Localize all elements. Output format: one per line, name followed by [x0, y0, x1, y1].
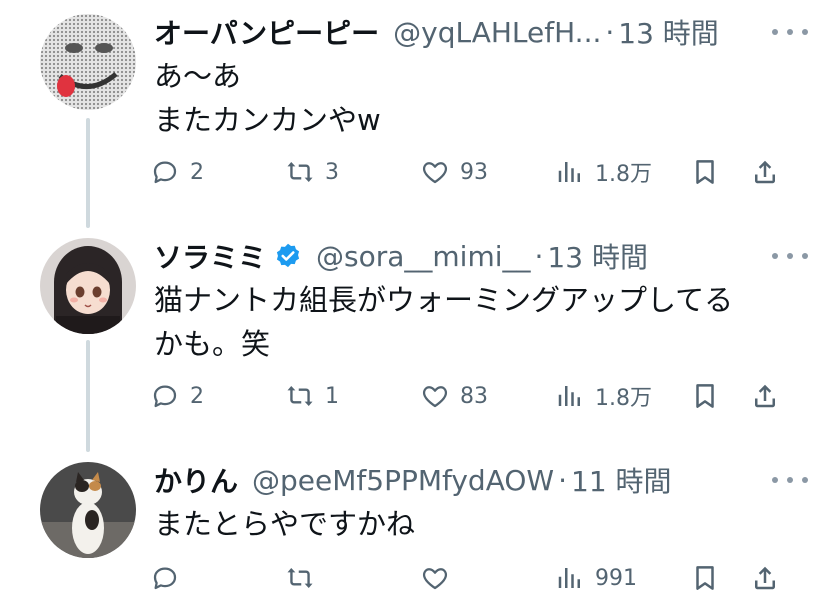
tweet-text-line: あ〜あ [154, 59, 242, 93]
tweet-text: またとらやですかね [154, 502, 798, 546]
timestamp[interactable]: 13 時間 [618, 12, 719, 52]
share-button[interactable] [750, 558, 780, 598]
tweet-text-line: 猫ナントカ組長がウォーミングアップしてる [154, 283, 734, 317]
bookmark-button[interactable] [690, 376, 720, 416]
view-count: 991 [595, 565, 637, 591]
views-button[interactable]: 1.8万 [555, 152, 652, 192]
retweet-button[interactable]: 1 [285, 376, 339, 416]
views-button[interactable]: 1.8万 [555, 376, 652, 416]
tweet-header: ソラミミ @sora__mimi__ · 13 時間 [154, 236, 808, 276]
tweet-header: かりん @peeMf5PPMfydAOW · 11 時間 [154, 460, 808, 500]
share-button[interactable] [750, 152, 780, 192]
tweet-text-line: またカンカンやw [154, 103, 381, 137]
like-icon [422, 386, 448, 408]
more-icon[interactable] [772, 466, 808, 494]
timestamp[interactable]: 13 時間 [547, 236, 648, 276]
tweet[interactable]: オーパンピーピー @yqLAHLefH... · 13 時間 あ〜あ またカンカ… [0, 0, 828, 224]
bookmark-icon [696, 160, 714, 184]
avatar[interactable] [40, 238, 136, 334]
share-icon [755, 566, 775, 590]
views-icon [558, 568, 580, 588]
views-button[interactable]: 991 [555, 558, 637, 598]
retweet-button[interactable] [285, 558, 315, 598]
display-name[interactable]: ソラミミ [154, 236, 266, 276]
reply-icon [153, 161, 177, 184]
reply-icon [153, 567, 177, 590]
reply-count: 2 [190, 159, 204, 185]
reply-button[interactable] [150, 558, 180, 598]
reply-icon [153, 385, 177, 408]
bookmark-icon [696, 384, 714, 408]
share-icon [755, 160, 775, 184]
retweet-icon [287, 386, 313, 406]
view-count: 1.8万 [595, 162, 652, 187]
tweet[interactable]: ソラミミ @sora__mimi__ · 13 時間 猫ナントカ組長がウォーミン… [0, 224, 828, 448]
like-button[interactable] [420, 558, 450, 598]
tweet-text: あ〜あ またカンカンやw [154, 54, 798, 142]
retweet-count: 1 [325, 383, 339, 409]
reply-count: 2 [190, 383, 204, 409]
display-name[interactable]: オーパンピーピー [154, 12, 379, 52]
share-icon [755, 384, 775, 408]
action-bar: 2 1 83 1.8万 [150, 376, 790, 416]
like-count: 93 [460, 159, 488, 185]
timestamp[interactable]: 11 時間 [571, 460, 672, 500]
like-icon [422, 162, 448, 184]
more-icon[interactable] [772, 18, 808, 46]
reply-button[interactable]: 2 [150, 152, 204, 192]
tweet-header: オーパンピーピー @yqLAHLefH... · 13 時間 [154, 12, 808, 52]
view-count: 1.8万 [595, 386, 652, 411]
reply-button[interactable]: 2 [150, 376, 204, 416]
user-handle[interactable]: @yqLAHLefH... [393, 16, 601, 49]
tweet-text-line: かも。笑 [154, 327, 271, 361]
action-bar: 991 [150, 558, 790, 598]
tweet-text: 猫ナントカ組長がウォーミングアップしてる かも。笑 [154, 278, 798, 366]
user-handle[interactable]: @sora__mimi__ [316, 240, 531, 273]
like-count: 83 [460, 383, 488, 409]
separator-dot: · [605, 15, 615, 49]
bookmark-button[interactable] [690, 558, 720, 598]
tweet-text-line: またとらやですかね [154, 507, 416, 541]
views-icon [558, 386, 580, 406]
retweet-icon [287, 568, 313, 588]
views-icon [558, 162, 580, 182]
more-icon[interactable] [772, 242, 808, 270]
user-handle[interactable]: @peeMf5PPMfydAOW [252, 464, 554, 497]
avatar[interactable] [40, 14, 136, 110]
avatar[interactable] [40, 462, 136, 558]
tweet[interactable]: かりん @peeMf5PPMfydAOW · 11 時間 またとらやですかね 9… [0, 448, 828, 613]
retweet-button[interactable]: 3 [285, 152, 339, 192]
separator-dot: · [534, 239, 544, 273]
separator-dot: · [558, 463, 568, 497]
like-button[interactable]: 83 [420, 376, 488, 416]
share-button[interactable] [750, 376, 780, 416]
action-bar: 2 3 93 1.8万 [150, 152, 790, 192]
display-name[interactable]: かりん [154, 460, 238, 500]
like-icon [422, 568, 448, 590]
verified-badge-icon [276, 243, 300, 268]
bookmark-icon [696, 566, 714, 590]
retweet-icon [287, 162, 313, 182]
retweet-count: 3 [325, 159, 339, 185]
bookmark-button[interactable] [690, 152, 720, 192]
like-button[interactable]: 93 [420, 152, 488, 192]
